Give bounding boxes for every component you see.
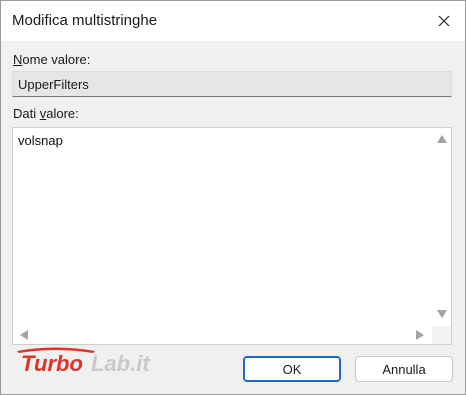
arrow-left-icon[interactable] [20, 330, 28, 340]
close-icon [438, 15, 450, 27]
arrow-down-icon[interactable] [437, 310, 447, 318]
edit-multistring-dialog: Modifica multistringhe Nome valore: Uppe… [0, 0, 466, 395]
dialog-title: Modifica multistringhe [12, 12, 158, 29]
title-bar: Modifica multistringhe [1, 1, 465, 41]
value-data-textarea[interactable]: volsnap [12, 127, 452, 345]
cancel-button[interactable]: Annulla [355, 356, 453, 382]
value-data-label: Dati valore: [13, 106, 79, 121]
arrow-up-icon[interactable] [437, 135, 447, 143]
value-name-field[interactable]: UpperFilters [12, 71, 452, 97]
horizontal-scrollbar[interactable] [13, 326, 433, 344]
scrollbar-corner [432, 326, 451, 344]
value-data-text[interactable]: volsnap [18, 133, 63, 148]
vertical-scrollbar[interactable] [432, 128, 451, 326]
turbolab-watermark: Turbo Lab.it [15, 346, 175, 385]
ok-button[interactable]: OK [243, 356, 341, 382]
turbolab-logo: Turbo Lab.it [17, 347, 151, 376]
value-name-label: Nome valore: [13, 52, 91, 67]
watermark-part1: Turbo [21, 351, 83, 376]
watermark-part2: Lab.it [91, 351, 151, 376]
arrow-right-icon[interactable] [416, 330, 424, 340]
close-button[interactable] [429, 7, 459, 35]
